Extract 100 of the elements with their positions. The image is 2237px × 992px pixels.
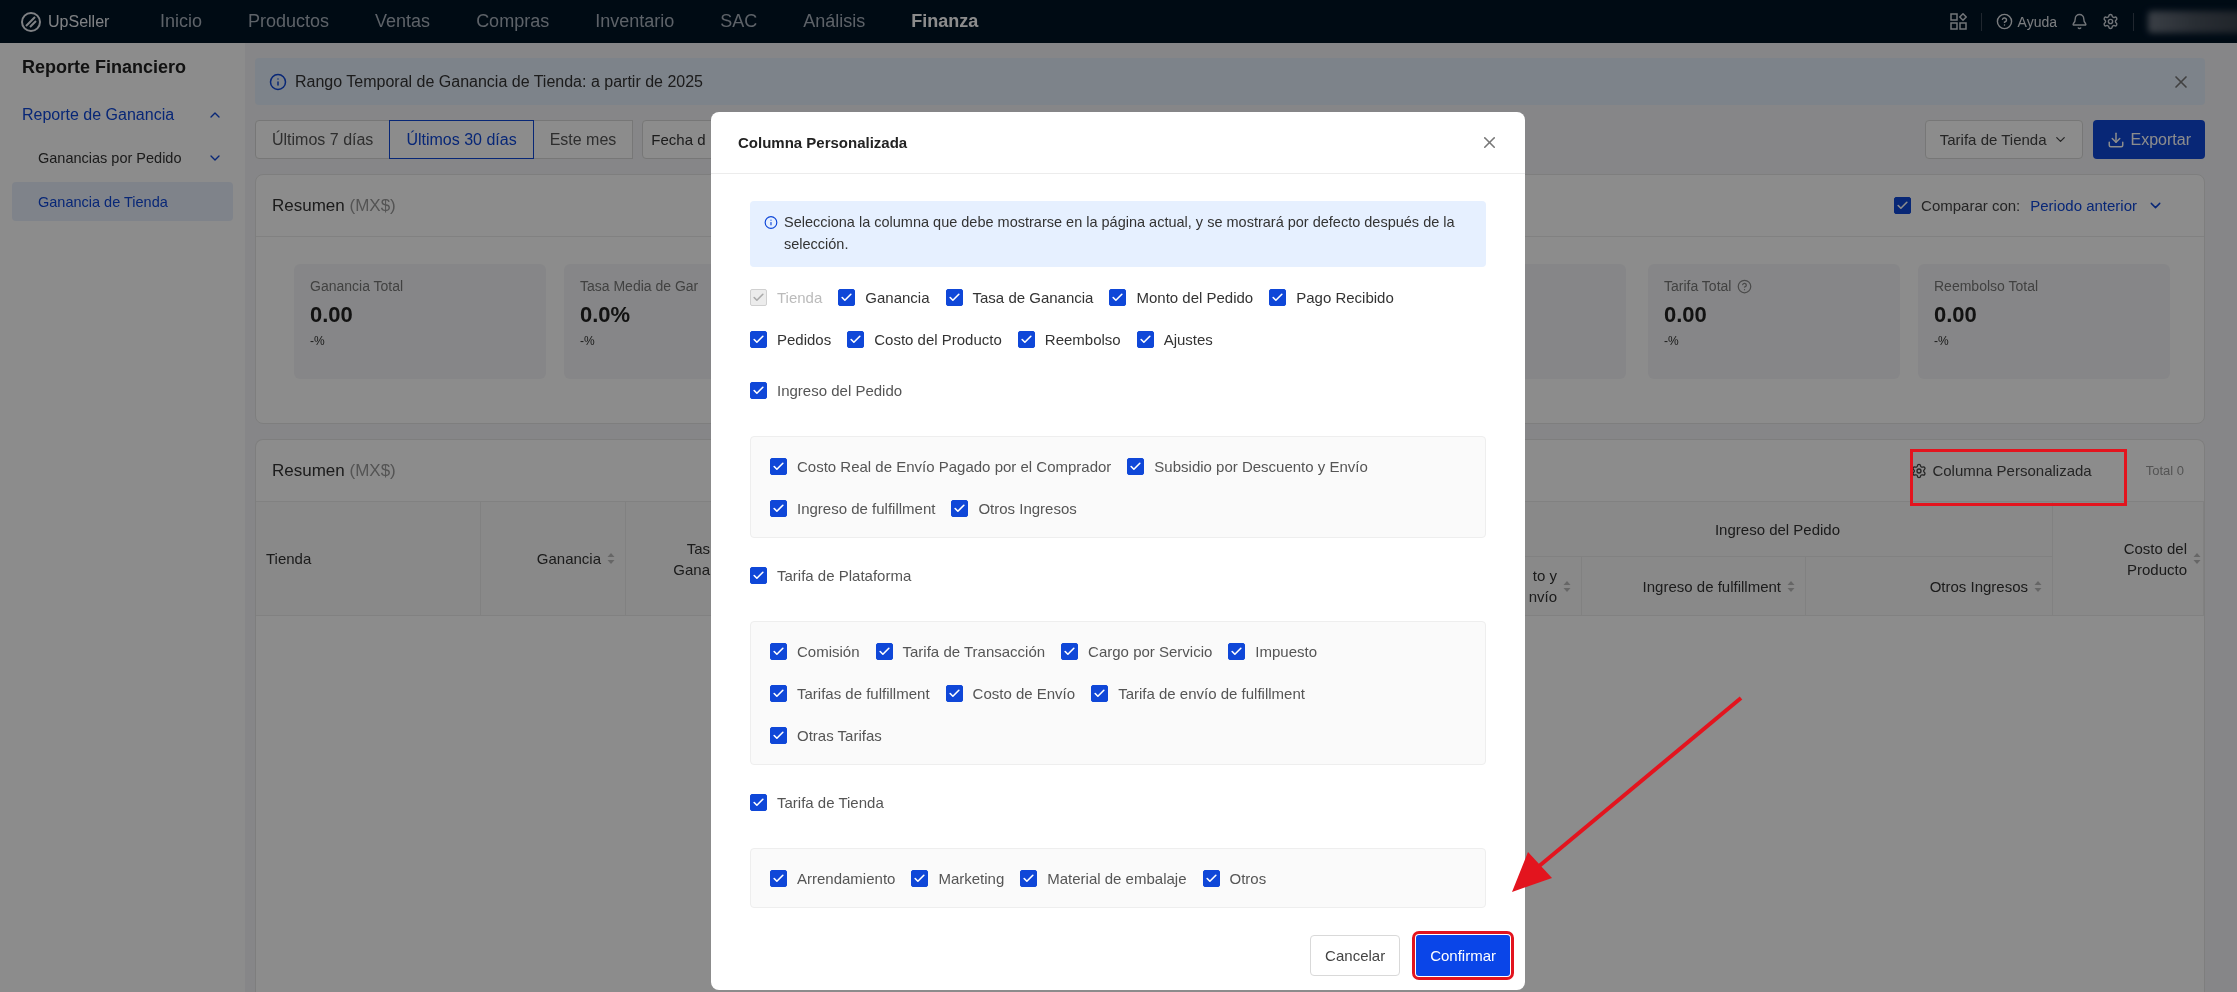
checkbox[interactable] <box>1020 869 1038 887</box>
settings-icon <box>1911 462 1928 479</box>
sidebar-subitem[interactable]: Ganancias por Pedido <box>12 138 233 178</box>
checkbox-label: Tarifa de Tienda <box>777 793 884 811</box>
column-title: Ingreso del Pedido <box>1713 519 1841 540</box>
check-icon <box>772 871 785 885</box>
check-icon <box>772 686 785 700</box>
checkbox[interactable] <box>1894 197 1912 214</box>
sidebar-item[interactable]: Reporte de Ganancia <box>12 96 233 134</box>
checkbox[interactable] <box>951 499 969 517</box>
export-button[interactable]: Exportar <box>2092 120 2205 159</box>
checkbox-label: Marketing <box>938 869 1005 887</box>
check-icon <box>1230 644 1244 658</box>
checkbox-label: Tarifa de envío de fulfillment <box>1118 684 1305 702</box>
checkbox[interactable] <box>1136 330 1154 348</box>
cancel-button[interactable]: Cancelar <box>1310 935 1401 976</box>
column-title: Otros Ingresos <box>1929 576 2028 597</box>
check-icon <box>1111 290 1125 304</box>
panel-title: Resumen (MX$) <box>272 195 396 216</box>
checkbox[interactable] <box>1228 642 1246 660</box>
checkbox-label: Subsidio por Descuento y Envío <box>1154 457 1368 475</box>
check-icon <box>1204 871 1218 885</box>
checkbox[interactable] <box>750 793 767 811</box>
checkbox-label: Tasa de Ganancia <box>972 288 1094 306</box>
check-icon <box>1063 644 1077 658</box>
checkbox-label: Costo del Producto <box>874 330 1002 348</box>
checkbox-label: Material de embalaje <box>1047 869 1187 887</box>
checkbox[interactable] <box>945 684 963 702</box>
checkbox[interactable] <box>847 330 865 348</box>
checkbox[interactable] <box>1202 869 1220 887</box>
checkbox-label: Monto del Pedido <box>1136 288 1254 306</box>
checkbox-label: Impuesto <box>1255 642 1318 660</box>
check-icon <box>1019 332 1033 346</box>
info-icon <box>764 215 778 230</box>
checkbox[interactable] <box>911 869 929 887</box>
check-icon <box>772 728 785 742</box>
checkbox[interactable] <box>875 642 893 660</box>
checkbox[interactable] <box>838 288 856 306</box>
check-icon <box>1138 332 1152 346</box>
check-icon <box>1093 686 1107 700</box>
nav-item[interactable]: SAC <box>720 11 758 32</box>
notice-text: Selecciona la columna que debe mostrarse en la página actual, y se mostrará por defecto después de la selección. <box>783 213 1456 254</box>
checkbox[interactable] <box>770 869 787 887</box>
nav-item[interactable]: Análisis <box>803 11 866 32</box>
checkbox[interactable] <box>750 381 767 399</box>
checkbox[interactable] <box>945 288 963 306</box>
checkbox[interactable] <box>1269 288 1287 306</box>
checkbox-label: Ingreso de fulfillment <box>797 499 936 517</box>
nav-item[interactable]: Productos <box>248 11 330 32</box>
checkbox-label: Otras Tarifas <box>797 726 882 744</box>
checkbox-label: Arrendamiento <box>797 869 896 887</box>
checkbox[interactable] <box>1091 684 1109 702</box>
check-icon <box>772 459 785 473</box>
check-icon <box>1022 871 1036 885</box>
date-range-tab[interactable]: Últimos 7 días <box>255 120 391 159</box>
nav-item[interactable]: Inicio <box>160 11 203 32</box>
checkbox-label: Comparar con: <box>1921 197 2021 214</box>
checkbox[interactable] <box>1017 330 1035 348</box>
check-icon <box>849 332 863 346</box>
banner-text: Rango Temporal de Ganancia de Tienda: a partir de 2025 <box>295 72 704 91</box>
checkbox[interactable] <box>750 566 767 584</box>
checkbox[interactable] <box>1061 642 1079 660</box>
checkbox[interactable] <box>770 684 787 702</box>
column-title: Tas Gana <box>672 538 710 580</box>
nav-item[interactable]: Inventario <box>595 11 675 32</box>
check-icon <box>1896 199 1910 212</box>
card-change: -% <box>580 334 595 348</box>
nav-item[interactable]: Compras <box>476 11 550 32</box>
checkbox[interactable] <box>770 642 787 660</box>
checkbox[interactable] <box>770 726 787 744</box>
fee-select[interactable]: Tarifa de Tienda <box>1924 120 2083 159</box>
check-icon <box>953 501 967 515</box>
checkbox[interactable] <box>1127 457 1145 475</box>
help-link[interactable]: Ayuda <box>1995 13 2057 30</box>
settings-icon[interactable] <box>2102 13 2119 30</box>
date-range-tab[interactable]: Últimos 30 días <box>389 120 534 159</box>
nav-item[interactable]: Ventas <box>375 11 431 32</box>
card-label: Tarifa Total <box>1664 278 1732 294</box>
download-icon <box>2106 130 2125 149</box>
nav-item[interactable]: Finanza <box>911 11 979 32</box>
check-icon <box>947 686 961 700</box>
date-range-tab[interactable]: Este mes <box>532 120 634 159</box>
check-icon <box>772 644 785 658</box>
checkbox[interactable] <box>770 499 787 517</box>
help-icon[interactable] <box>1737 278 1753 294</box>
sidebar-subitem[interactable]: Ganancia de Tienda <box>12 182 233 221</box>
checkbox[interactable] <box>750 330 767 348</box>
check-icon <box>1271 290 1285 304</box>
apps-icon[interactable] <box>1949 13 1967 30</box>
checkbox[interactable] <box>770 457 787 475</box>
card-change: -% <box>1664 334 1679 348</box>
column-title: Costo del Producto <box>2122 538 2187 580</box>
check-icon <box>752 383 765 397</box>
checkbox[interactable] <box>1109 288 1127 306</box>
checkbox-label: Tarifas de fulfillment <box>797 684 930 702</box>
dialog-title: Columna Personalizada <box>738 134 908 151</box>
custom-columns-button[interactable]: Columna Personalizada <box>1905 461 2098 480</box>
bell-icon[interactable] <box>2071 13 2088 30</box>
column-title: Ganancia <box>536 549 601 569</box>
period-select[interactable]: Periodo anterior <box>2030 197 2164 214</box>
